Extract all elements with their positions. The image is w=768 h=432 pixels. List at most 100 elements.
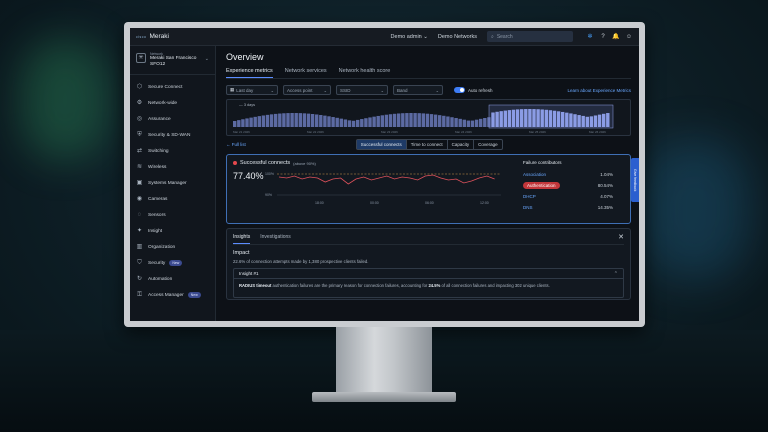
timeline-date: Mar 26 2026 bbox=[589, 130, 606, 134]
timeline-brush[interactable]: — 3 days Mar 21 2026 Mar 22 2026 Mar 23 … bbox=[226, 99, 631, 136]
timeline-bar bbox=[253, 116, 257, 127]
learn-more-link[interactable]: Learn about Experience Metrics bbox=[567, 88, 631, 93]
brand-name[interactable]: Meraki bbox=[149, 33, 169, 40]
timeline-bar bbox=[454, 118, 458, 127]
sidebar-item[interactable]: ◎ Assurance bbox=[130, 111, 215, 127]
y-label-top: 100% bbox=[265, 172, 274, 176]
timeline-date: Mar 24 2026 bbox=[455, 130, 472, 134]
main-content: Overview Experience metrics Network serv… bbox=[216, 46, 639, 321]
sidebar-item[interactable]: ⬡ Secure Connect bbox=[130, 79, 215, 95]
sidebar-item[interactable]: ↻ Automation bbox=[130, 271, 215, 287]
give-feedback-button[interactable]: Give feedback bbox=[631, 158, 639, 202]
notifications-icon[interactable]: 🔔 bbox=[612, 33, 620, 41]
sidebar-item-label: Organization bbox=[148, 244, 176, 250]
tab-experience-metrics[interactable]: Experience metrics bbox=[226, 68, 273, 78]
segment-coverage[interactable]: Coverage bbox=[474, 140, 502, 149]
automation-icon: ↻ bbox=[136, 275, 143, 282]
timeline-bar bbox=[413, 113, 417, 127]
impact-text: 22.6% of connection attempts made by 1,3… bbox=[233, 259, 369, 264]
access-point-select[interactable]: Access point ⌄ bbox=[283, 85, 331, 95]
help-icon[interactable]: ? bbox=[599, 33, 607, 41]
sidebar-item[interactable]: ⚿ Access Manager New bbox=[130, 287, 215, 303]
top-bar: cisco Meraki Demo admin ⌄ Demo Networks … bbox=[130, 28, 639, 46]
time-range-select[interactable]: ▦ Last day ⌄ bbox=[226, 85, 278, 95]
failure-contributor-value: 1.04% bbox=[600, 172, 613, 177]
sidebar-item[interactable]: ◌ Sensors bbox=[130, 207, 215, 223]
timeline-bar bbox=[442, 115, 446, 127]
success-rate-chart: 100% 90% 18:00 00:00 06:00 12:00 bbox=[265, 172, 501, 205]
timeline-bar bbox=[421, 113, 425, 127]
security-icon: ⛉ bbox=[137, 259, 142, 266]
org-selector[interactable]: Demo admin ⌄ bbox=[391, 34, 428, 40]
band-select[interactable]: Band ⌄ bbox=[393, 85, 443, 95]
failure-contributor-row[interactable]: DNS 14.35% bbox=[523, 202, 613, 213]
full-list-link[interactable]: ← Full list bbox=[226, 142, 246, 147]
timeline-bar bbox=[380, 115, 384, 127]
sidebar-item[interactable]: ✦ Insight bbox=[130, 223, 215, 239]
new-badge: New bbox=[187, 292, 201, 298]
timeline-bar bbox=[356, 119, 360, 127]
sidebar-item-label: Insight bbox=[148, 228, 163, 234]
network-selector[interactable]: Demo Networks bbox=[438, 34, 477, 40]
sidebar-item[interactable]: ⇄ Switching bbox=[130, 143, 215, 159]
timeline-date: Mar 21 2026 bbox=[233, 130, 250, 134]
failure-contributor-row[interactable]: DHCP 4.07% bbox=[523, 191, 613, 202]
timeline-bar bbox=[319, 115, 323, 127]
sidebar-item-label: Security & SD-WAN bbox=[148, 132, 191, 138]
timeline-bar bbox=[397, 113, 401, 127]
ssid-select[interactable]: SSID ⌄ bbox=[336, 85, 388, 95]
timeline-bar bbox=[241, 119, 245, 127]
timeline-bar bbox=[335, 117, 339, 127]
timeline-date: Mar 23 2026 bbox=[381, 130, 398, 134]
auto-refresh-toggle[interactable] bbox=[454, 87, 465, 93]
tab-network-health-score[interactable]: Network health score bbox=[339, 68, 391, 78]
sidebar-item-label: Automation bbox=[148, 276, 173, 282]
failure-contributor-value: 14.35% bbox=[597, 205, 613, 210]
timeline-bar bbox=[438, 115, 442, 127]
sidebar-item[interactable]: ▣ Systems Manager bbox=[130, 175, 215, 191]
timeline-bar bbox=[233, 121, 237, 127]
sidebar-item[interactable]: ⛉ Security New bbox=[130, 255, 215, 271]
user-icon[interactable]: ☺ bbox=[625, 33, 633, 41]
segment-successful-connects[interactable]: Successful connects bbox=[356, 140, 407, 149]
timeline-bar bbox=[392, 113, 397, 127]
sidebar-item[interactable]: ⚙ Network-wide bbox=[130, 95, 215, 111]
search-input[interactable]: ⌕ Search bbox=[487, 31, 573, 42]
segment-time-to-connect[interactable]: Time to connect bbox=[407, 140, 448, 149]
timeline-range-label: — 3 days bbox=[239, 103, 256, 107]
failure-contributor-row[interactable]: Authentication 80.54% bbox=[523, 180, 613, 191]
timeline-selection[interactable] bbox=[488, 104, 614, 129]
monitor-stand bbox=[336, 327, 432, 393]
monitor-stand-base bbox=[312, 392, 456, 402]
tab-investigations[interactable]: Investigations bbox=[260, 234, 291, 244]
tab-insights[interactable]: Insights bbox=[233, 234, 251, 244]
timeline-bar bbox=[372, 116, 376, 127]
chevron-down-icon: ⌄ bbox=[323, 87, 327, 93]
nav-list: ⬡ Secure Connect ⚙ Network-wide ◎ Assurance ⛨ S… bbox=[130, 79, 215, 303]
timeline-bar bbox=[310, 114, 315, 127]
sidebar-item[interactable]: ≋ Wireless bbox=[130, 159, 215, 175]
assurance-icon: ◎ bbox=[136, 115, 143, 122]
chevron-up-icon: ⌃ bbox=[613, 270, 618, 277]
timeline-bar bbox=[278, 113, 282, 127]
sidebar-item[interactable]: ▥ Organization bbox=[130, 239, 215, 255]
segment-capacity[interactable]: Capacity bbox=[448, 140, 475, 149]
monitor: cisco Meraki Demo admin ⌄ Demo Networks … bbox=[124, 22, 645, 327]
close-icon[interactable]: ✕ bbox=[618, 233, 624, 241]
secure-connect-icon: ⬡ bbox=[136, 83, 143, 90]
insight-header[interactable]: Insight #1 ⌃ bbox=[234, 269, 623, 279]
tab-network-services[interactable]: Network services bbox=[285, 68, 327, 78]
card-title: Successful connects (above 90%) bbox=[233, 160, 316, 166]
failure-contributor-row[interactable]: Association 1.04% bbox=[523, 169, 613, 180]
access-manager-icon: ⚿ bbox=[137, 291, 142, 298]
network-switcher[interactable]: ✳ Network Meraki San Francisco SFO12 ⌄ bbox=[130, 52, 215, 75]
insight-card: Insight #1 ⌃ RADIUS timeout authenticati… bbox=[233, 268, 624, 298]
calendar-icon: ▦ bbox=[230, 87, 235, 92]
assistant-icon[interactable]: ✲ bbox=[586, 33, 594, 41]
timeline-bar bbox=[462, 119, 466, 127]
sidebar-item[interactable]: ⛨ Security & SD-WAN bbox=[130, 127, 215, 143]
timeline-date: Mar 22 2026 bbox=[307, 130, 324, 134]
sidebar-item[interactable]: ◉ Cameras bbox=[130, 191, 215, 207]
cameras-icon: ◉ bbox=[136, 195, 143, 202]
organization-icon: ▥ bbox=[136, 243, 143, 250]
